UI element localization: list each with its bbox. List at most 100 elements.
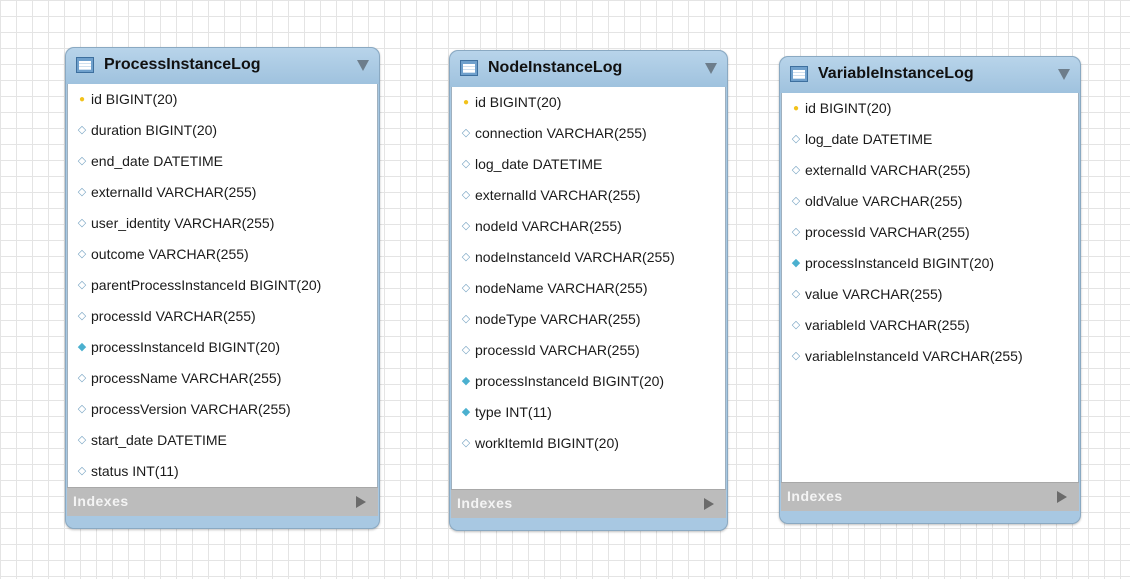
column-row[interactable]: ◇ processId VARCHAR(255): [452, 335, 725, 366]
column-label: start_date DATETIME: [91, 432, 227, 448]
column-icon: ◇: [461, 126, 471, 139]
column-row[interactable]: ● id BIGINT(20): [68, 84, 377, 115]
column-row[interactable]: ◇ nodeId VARCHAR(255): [452, 211, 725, 242]
column-row[interactable]: ◇ processName VARCHAR(255): [68, 363, 377, 394]
column-icon: ◇: [791, 132, 801, 145]
collapse-arrow-icon[interactable]: [357, 60, 369, 71]
indexes-section[interactable]: Indexes: [781, 482, 1079, 511]
column-icon: ◇: [791, 163, 801, 176]
column-label: nodeId VARCHAR(255): [475, 218, 622, 234]
column-icon: ◇: [77, 433, 87, 446]
indexes-label: Indexes: [73, 493, 129, 509]
column-label: log_date DATETIME: [805, 131, 933, 147]
column-label: processId VARCHAR(255): [805, 224, 970, 240]
column-row[interactable]: ◇ nodeName VARCHAR(255): [452, 273, 725, 304]
column-label: id BIGINT(20): [91, 91, 178, 107]
column-label: end_date DATETIME: [91, 153, 224, 169]
column-row[interactable]: ◇ variableInstanceId VARCHAR(255): [782, 341, 1078, 372]
column-icon: ◇: [791, 287, 801, 300]
indexes-section[interactable]: Indexes: [451, 489, 726, 518]
column-row[interactable]: ◇ value VARCHAR(255): [782, 279, 1078, 310]
column-row[interactable]: ◇ nodeInstanceId VARCHAR(255): [452, 242, 725, 273]
column-row[interactable]: ◇ user_identity VARCHAR(255): [68, 208, 377, 239]
column-row[interactable]: ◇ nodeType VARCHAR(255): [452, 304, 725, 335]
primary-key-icon: ●: [78, 93, 86, 105]
column-row[interactable]: ◇ start_date DATETIME: [68, 425, 377, 456]
column-icon: ◇: [461, 188, 471, 201]
column-label: processInstanceId BIGINT(20): [805, 255, 995, 271]
expand-arrow-icon[interactable]: [356, 496, 366, 508]
column-icon: ◇: [461, 436, 471, 449]
table-footer-bar: [450, 518, 727, 530]
column-label: processId VARCHAR(255): [91, 308, 256, 324]
column-label: outcome VARCHAR(255): [91, 246, 249, 262]
table-header[interactable]: VariableInstanceLog: [780, 57, 1080, 93]
column-label: externalId VARCHAR(255): [91, 184, 257, 200]
table-variable-instance-log[interactable]: VariableInstanceLog ● id BIGINT(20) ◇ log_d…: [779, 56, 1081, 524]
column-icon: ◇: [77, 464, 87, 477]
column-row[interactable]: ◇ variableId VARCHAR(255): [782, 310, 1078, 341]
column-row[interactable]: ◆ type INT(11): [452, 397, 725, 428]
column-row[interactable]: ◇ end_date DATETIME: [68, 146, 377, 177]
column-list: ● id BIGINT(20) ◇ connection VARCHAR(255) ◇ l…: [451, 87, 726, 489]
column-label: processInstanceId BIGINT(20): [475, 373, 665, 389]
column-list: ● id BIGINT(20) ◇ log_date DATETIME ◇ externa…: [781, 93, 1079, 482]
table-process-instance-log[interactable]: ProcessInstanceLog ● id BIGINT(20) ◇ durati…: [65, 47, 380, 529]
column-label: nodeInstanceId VARCHAR(255): [475, 249, 675, 265]
column-row[interactable]: ◆ processInstanceId BIGINT(20): [452, 366, 725, 397]
column-row[interactable]: ◇ oldValue VARCHAR(255): [782, 186, 1078, 217]
table-node-instance-log[interactable]: NodeInstanceLog ● id BIGINT(20) ◇ connectio…: [449, 50, 728, 531]
column-label: value VARCHAR(255): [805, 286, 943, 302]
column-icon: ◇: [791, 225, 801, 238]
column-label: workItemId BIGINT(20): [475, 435, 619, 451]
collapse-arrow-icon[interactable]: [1058, 69, 1070, 80]
column-icon: ◇: [77, 247, 87, 260]
column-row[interactable]: ● id BIGINT(20): [782, 93, 1078, 124]
column-label: processId VARCHAR(255): [475, 342, 640, 358]
column-label: connection VARCHAR(255): [475, 125, 647, 141]
column-row[interactable]: ◇ duration BIGINT(20): [68, 115, 377, 146]
table-icon: [790, 66, 808, 82]
column-row[interactable]: ◇ externalId VARCHAR(255): [68, 177, 377, 208]
column-icon: ◇: [791, 194, 801, 207]
column-row[interactable]: ◇ externalId VARCHAR(255): [452, 180, 725, 211]
column-row[interactable]: ◇ externalId VARCHAR(255): [782, 155, 1078, 186]
table-title: NodeInstanceLog: [488, 59, 623, 76]
column-label: user_identity VARCHAR(255): [91, 215, 275, 231]
column-row[interactable]: ◇ processId VARCHAR(255): [68, 301, 377, 332]
indexed-column-icon: ◆: [461, 405, 471, 418]
table-icon: [460, 60, 478, 76]
column-row[interactable]: ◇ parentProcessInstanceId BIGINT(20): [68, 270, 377, 301]
column-label: processName VARCHAR(255): [91, 370, 282, 386]
table-header[interactable]: ProcessInstanceLog: [66, 48, 379, 84]
indexes-section[interactable]: Indexes: [67, 487, 378, 516]
column-row[interactable]: ◇ status INT(11): [68, 456, 377, 487]
column-label: externalId VARCHAR(255): [475, 187, 641, 203]
column-label: nodeType VARCHAR(255): [475, 311, 641, 327]
column-row[interactable]: ◇ outcome VARCHAR(255): [68, 239, 377, 270]
collapse-arrow-icon[interactable]: [705, 63, 717, 74]
column-label: status INT(11): [91, 463, 179, 479]
column-icon: ◇: [77, 309, 87, 322]
column-icon: ◇: [77, 154, 87, 167]
column-row[interactable]: ◆ processInstanceId BIGINT(20): [68, 332, 377, 363]
column-row[interactable]: ◇ log_date DATETIME: [452, 149, 725, 180]
expand-arrow-icon[interactable]: [704, 498, 714, 510]
column-row[interactable]: ● id BIGINT(20): [452, 87, 725, 118]
column-icon: ◇: [791, 318, 801, 331]
column-label: id BIGINT(20): [805, 100, 892, 116]
column-row[interactable]: ◇ workItemId BIGINT(20): [452, 428, 725, 459]
indexed-column-icon: ◆: [791, 256, 801, 269]
expand-arrow-icon[interactable]: [1057, 491, 1067, 503]
column-row[interactable]: ◇ processVersion VARCHAR(255): [68, 394, 377, 425]
column-icon: ◇: [461, 219, 471, 232]
column-list: ● id BIGINT(20) ◇ duration BIGINT(20) ◇ end_d…: [67, 84, 378, 487]
table-header[interactable]: NodeInstanceLog: [450, 51, 727, 87]
column-icon: ◇: [461, 343, 471, 356]
column-row[interactable]: ◆ processInstanceId BIGINT(20): [782, 248, 1078, 279]
column-row[interactable]: ◇ processId VARCHAR(255): [782, 217, 1078, 248]
column-label: externalId VARCHAR(255): [805, 162, 971, 178]
column-row[interactable]: ◇ log_date DATETIME: [782, 124, 1078, 155]
column-row[interactable]: ◇ connection VARCHAR(255): [452, 118, 725, 149]
column-label: parentProcessInstanceId BIGINT(20): [91, 277, 322, 293]
